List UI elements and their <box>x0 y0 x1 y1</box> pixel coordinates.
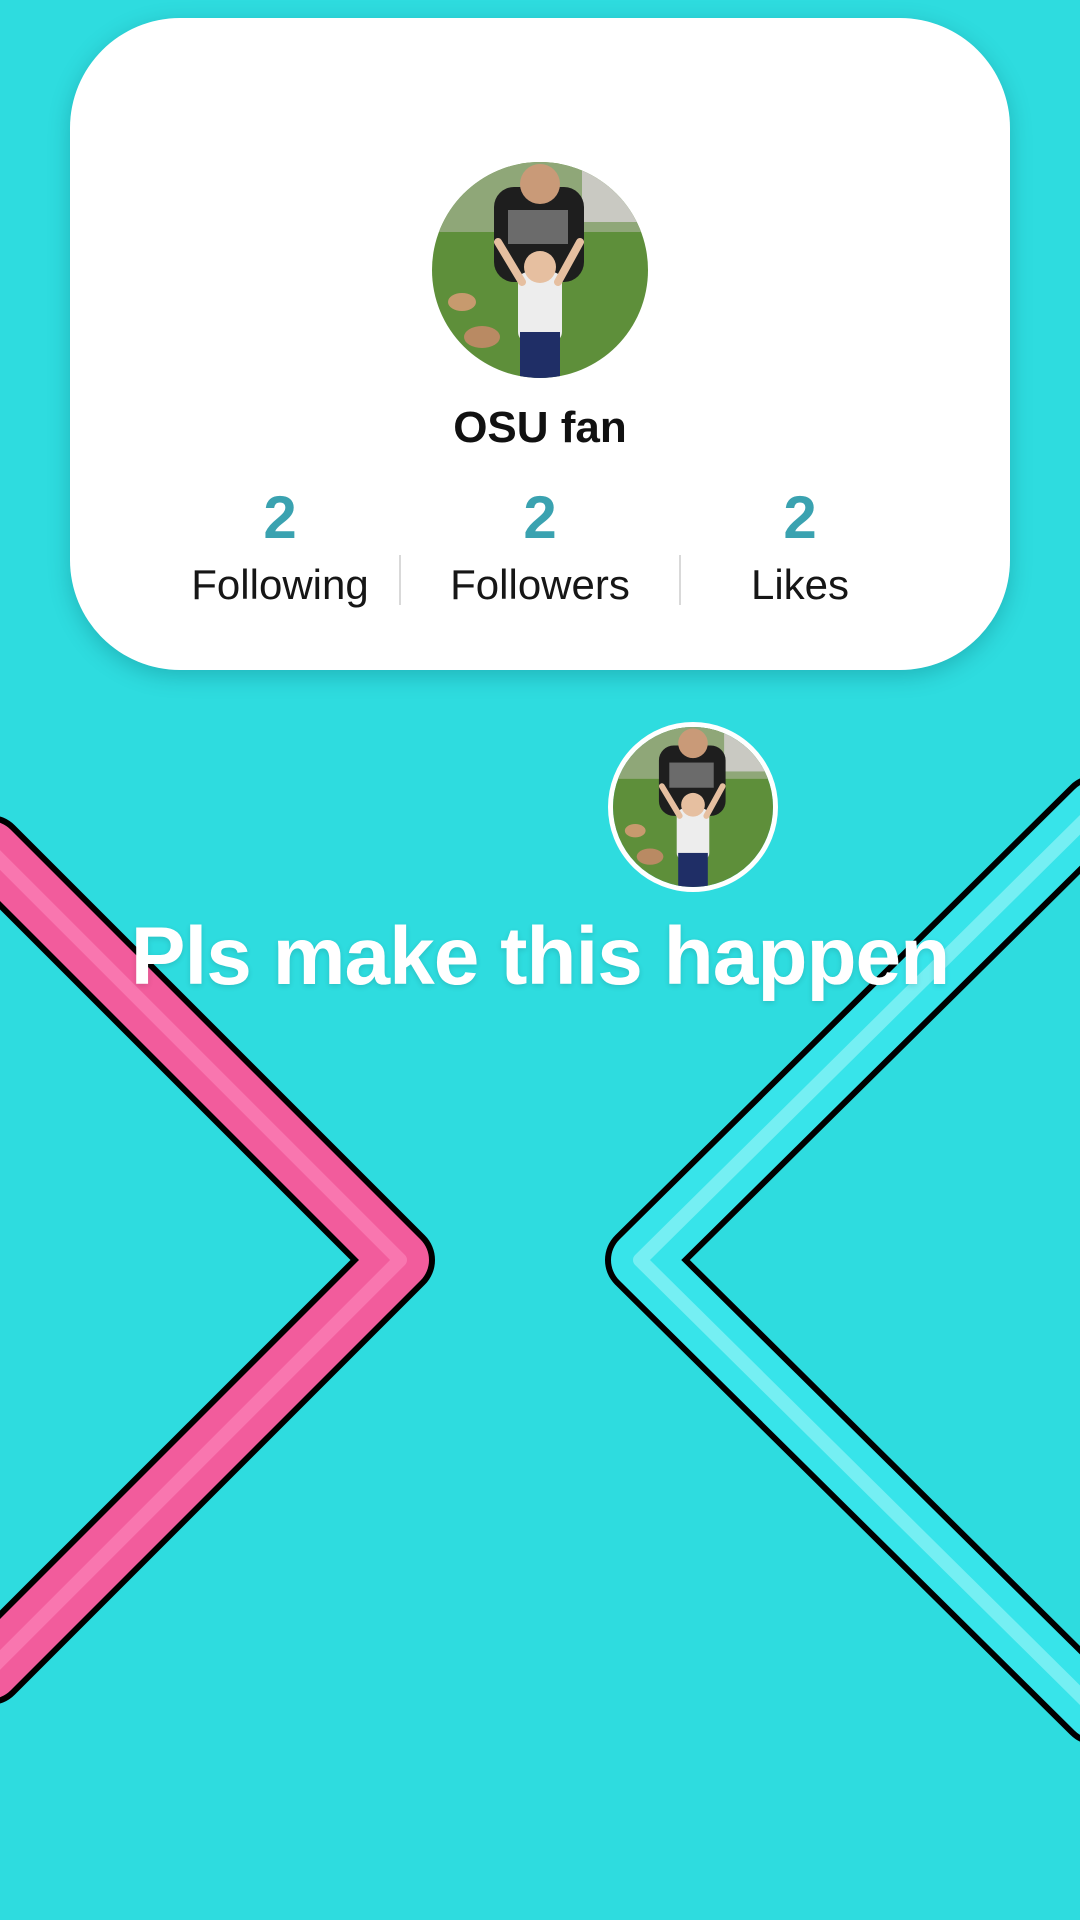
following-count: 2 <box>263 484 297 551</box>
likes-count: 2 <box>783 484 817 551</box>
profile-username: OSU fan <box>453 403 627 452</box>
profile-card: OSU fan 2 Following 2 Followers 2 Likes <box>70 18 1010 670</box>
stat-following[interactable]: 2 Following <box>140 483 420 613</box>
likes-label: Likes <box>750 561 850 608</box>
followers-count: 2 <box>523 484 557 551</box>
stat-likes[interactable]: 2 Likes <box>660 483 940 613</box>
followers-label: Followers <box>450 561 630 608</box>
video-caption: Pls make this happen <box>130 911 951 1002</box>
floating-avatar[interactable] <box>608 722 778 892</box>
stat-followers[interactable]: 2 Followers <box>400 483 680 613</box>
profile-photo-icon <box>432 162 648 378</box>
profile-avatar[interactable] <box>432 162 648 378</box>
following-label: Following <box>191 561 369 608</box>
profile-photo-icon <box>613 727 773 887</box>
profile-stats: 2 Following 2 Followers 2 Likes <box>140 483 940 633</box>
